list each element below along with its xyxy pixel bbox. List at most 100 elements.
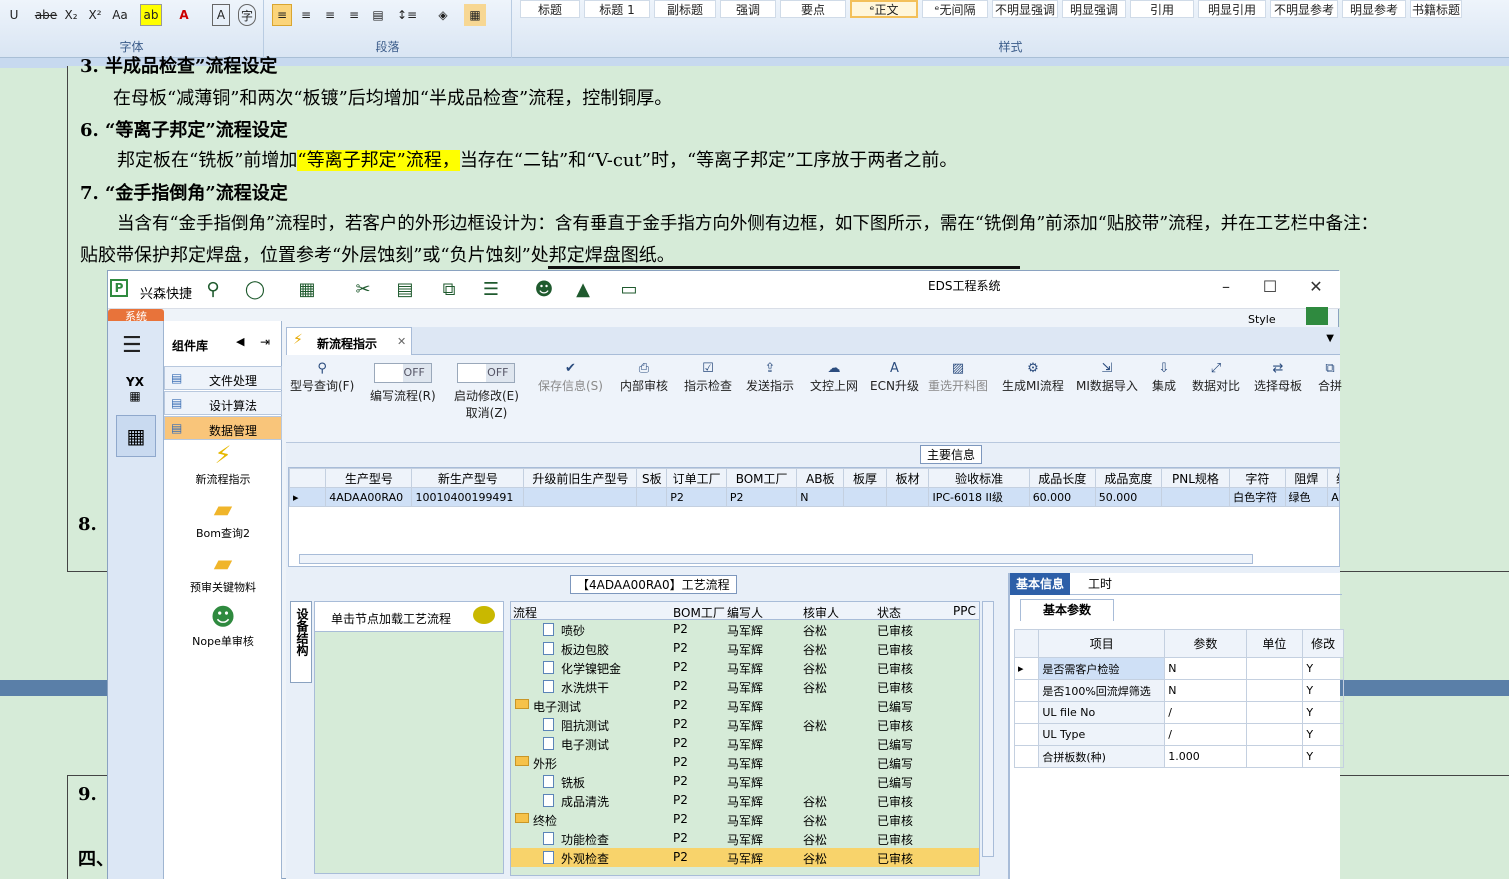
tree-row[interactable]: 外观检查 P2 马军辉 谷松 已审核: [511, 848, 979, 867]
tree-row[interactable]: 阻抗测试 P2 马军辉 谷松 已审核: [511, 715, 979, 734]
highlight-icon[interactable]: ab: [140, 4, 162, 26]
launcher-2[interactable]: ▰ 预审关键物料: [164, 549, 282, 603]
param-cell[interactable]: N: [1164, 657, 1247, 680]
param-cell[interactable]: Y: [1302, 745, 1344, 768]
style-0[interactable]: 标题: [520, 0, 580, 18]
style-5[interactable]: ᵉ正文: [850, 0, 918, 18]
tool-12[interactable]: ⇩ 集成: [1152, 361, 1176, 394]
grid-cell[interactable]: 50.000: [1094, 487, 1162, 507]
film-icon[interactable]: ▤: [394, 279, 416, 301]
maximize-icon[interactable]: ☐: [1260, 277, 1280, 297]
grid-cell[interactable]: 绿色: [1284, 487, 1329, 507]
style-10[interactable]: 明显引用: [1198, 0, 1266, 18]
param-row[interactable]: 合拼板数(种) 1.000 Y: [1013, 745, 1344, 768]
load-flow-hint[interactable]: 单击节点加载工艺流程: [315, 602, 503, 632]
grid-header[interactable]: 验收标准: [928, 468, 1030, 488]
tool-15[interactable]: ⧉ 合拼: [1318, 361, 1342, 394]
grid-cell[interactable]: P2: [725, 487, 798, 507]
style-4[interactable]: 要点: [780, 0, 846, 18]
font-color-icon[interactable]: A: [176, 4, 192, 26]
tree-row[interactable]: 功能检查 P2 马军辉 谷松 已审核: [511, 829, 979, 848]
scissors-icon[interactable]: ✂: [352, 279, 374, 301]
tree-header-cell[interactable]: 核审人: [803, 604, 839, 621]
enclose-char-icon[interactable]: 字: [238, 4, 256, 26]
grid-cell[interactable]: IPC-6018 II级: [928, 487, 1030, 507]
tool-3[interactable]: ✔ 保存信息(S): [538, 361, 603, 394]
grid-header[interactable]: 新生产型号: [411, 468, 525, 488]
grid-cell[interactable]: P2: [666, 487, 727, 507]
tree-header-cell[interactable]: 编写人: [727, 604, 763, 621]
align-right-icon[interactable]: ≡: [320, 4, 340, 26]
tree-header-cell[interactable]: BOM工厂: [673, 604, 725, 621]
strikethrough-button[interactable]: abe: [34, 4, 58, 26]
menu-icon[interactable]: ☰: [122, 333, 142, 358]
param-header[interactable]: 项目: [1038, 629, 1166, 658]
tool-11[interactable]: ⇲ MI数据导入: [1076, 361, 1138, 394]
horizontal-scrollbar[interactable]: [299, 554, 1253, 564]
side-tab[interactable]: 设备结构: [290, 601, 312, 683]
launcher-1[interactable]: ▰ Bom查询2: [164, 495, 282, 549]
param-cell[interactable]: Y: [1302, 723, 1344, 746]
tree-header-cell[interactable]: 状态: [877, 604, 901, 621]
tool-1[interactable]: OFF 编写流程(R): [370, 361, 436, 404]
style-1[interactable]: 标题 1: [584, 0, 650, 18]
param-cell[interactable]: UL file No: [1038, 701, 1166, 724]
tree-row[interactable]: 板边包胶 P2 马军辉 谷松 已审核: [511, 639, 979, 658]
param-cell[interactable]: 1.000: [1164, 745, 1247, 768]
param-cell[interactable]: Y: [1302, 679, 1344, 702]
grid-header[interactable]: PNL规格: [1160, 468, 1231, 488]
search-icon[interactable]: ⚲: [202, 279, 224, 301]
grid-header[interactable]: 终端: [1327, 468, 1339, 488]
tree-row[interactable]: 电子测试 P2 马军辉 已编写: [511, 696, 979, 715]
underline-button[interactable]: U: [4, 4, 24, 26]
param-cell[interactable]: [1245, 745, 1304, 768]
grid-header[interactable]: BOM工厂: [725, 468, 798, 488]
grid-icon[interactable]: ▦: [296, 279, 318, 301]
list-icon[interactable]: ☰: [480, 279, 502, 301]
launcher-3[interactable]: ☻ Nope单审核: [164, 603, 282, 657]
grid-header[interactable]: AB板: [796, 468, 845, 488]
param-cell[interactable]: N: [1164, 679, 1247, 702]
style-11[interactable]: 不明显参考: [1270, 0, 1338, 18]
param-cell[interactable]: [1245, 723, 1304, 746]
grid-header[interactable]: 生产型号: [325, 468, 413, 488]
grid-cell[interactable]: 白色字符: [1229, 487, 1286, 507]
style-12[interactable]: 明显参考: [1342, 0, 1406, 18]
subscript-button[interactable]: X₂: [60, 4, 82, 26]
style-9[interactable]: 引用: [1130, 0, 1194, 18]
superscript-button[interactable]: X²: [84, 4, 106, 26]
grid-cell[interactable]: [885, 487, 930, 507]
param-tab[interactable]: 基本参数: [1020, 599, 1114, 621]
param-header[interactable]: 单位: [1245, 629, 1304, 658]
param-cell[interactable]: 是否100%回流焊筛选: [1038, 679, 1166, 702]
tab-new-flow[interactable]: ⚡ 新流程指示 ✕: [286, 327, 412, 355]
help-ring-icon[interactable]: ◯: [244, 279, 266, 301]
grid-header[interactable]: 成品长度: [1028, 468, 1096, 488]
tool-13[interactable]: ⤢ 数据对比: [1192, 361, 1240, 394]
tool-14[interactable]: ⇄ 选择母板: [1254, 361, 1302, 394]
param-cell[interactable]: 合拼板数(种): [1038, 745, 1166, 768]
style-8[interactable]: 明显强调: [1062, 0, 1126, 18]
style-2[interactable]: 副标题: [654, 0, 716, 18]
style-7[interactable]: 不明显强调: [992, 0, 1058, 18]
char-border-icon[interactable]: A: [212, 4, 230, 26]
calculator-icon[interactable]: ▦: [116, 415, 156, 457]
tree-row[interactable]: 成品清洗 P2 马军辉 谷松 已审核: [511, 791, 979, 810]
tree-row[interactable]: 终检 P2 马军辉 谷松 已审核: [511, 810, 979, 829]
monitor-icon[interactable]: ▭: [618, 279, 640, 301]
param-cell[interactable]: 是否需客户检验: [1038, 657, 1166, 680]
info-tab-0[interactable]: 基本信息: [1010, 573, 1071, 595]
align-center-icon[interactable]: ≡: [296, 4, 316, 26]
user-icon[interactable]: ☻: [533, 279, 555, 301]
grid-header[interactable]: 阻焊: [1284, 468, 1329, 488]
toggle-switch[interactable]: OFF: [373, 363, 432, 383]
tool-10[interactable]: ⚙ 生成MI流程: [1002, 361, 1064, 394]
grid-header[interactable]: 升级前旧生产型号: [523, 468, 638, 488]
copy-icon[interactable]: ⧉: [438, 279, 460, 301]
tree-row[interactable]: 电子测试 P2 马军辉 已编写: [511, 734, 979, 753]
line-spacing-icon[interactable]: ↕≡: [394, 4, 420, 26]
grid-header[interactable]: 字符: [1229, 468, 1286, 488]
change-case-button[interactable]: Aa: [108, 4, 132, 26]
param-cell[interactable]: [1245, 679, 1304, 702]
launcher-0[interactable]: ⚡ 新流程指示: [164, 441, 282, 495]
